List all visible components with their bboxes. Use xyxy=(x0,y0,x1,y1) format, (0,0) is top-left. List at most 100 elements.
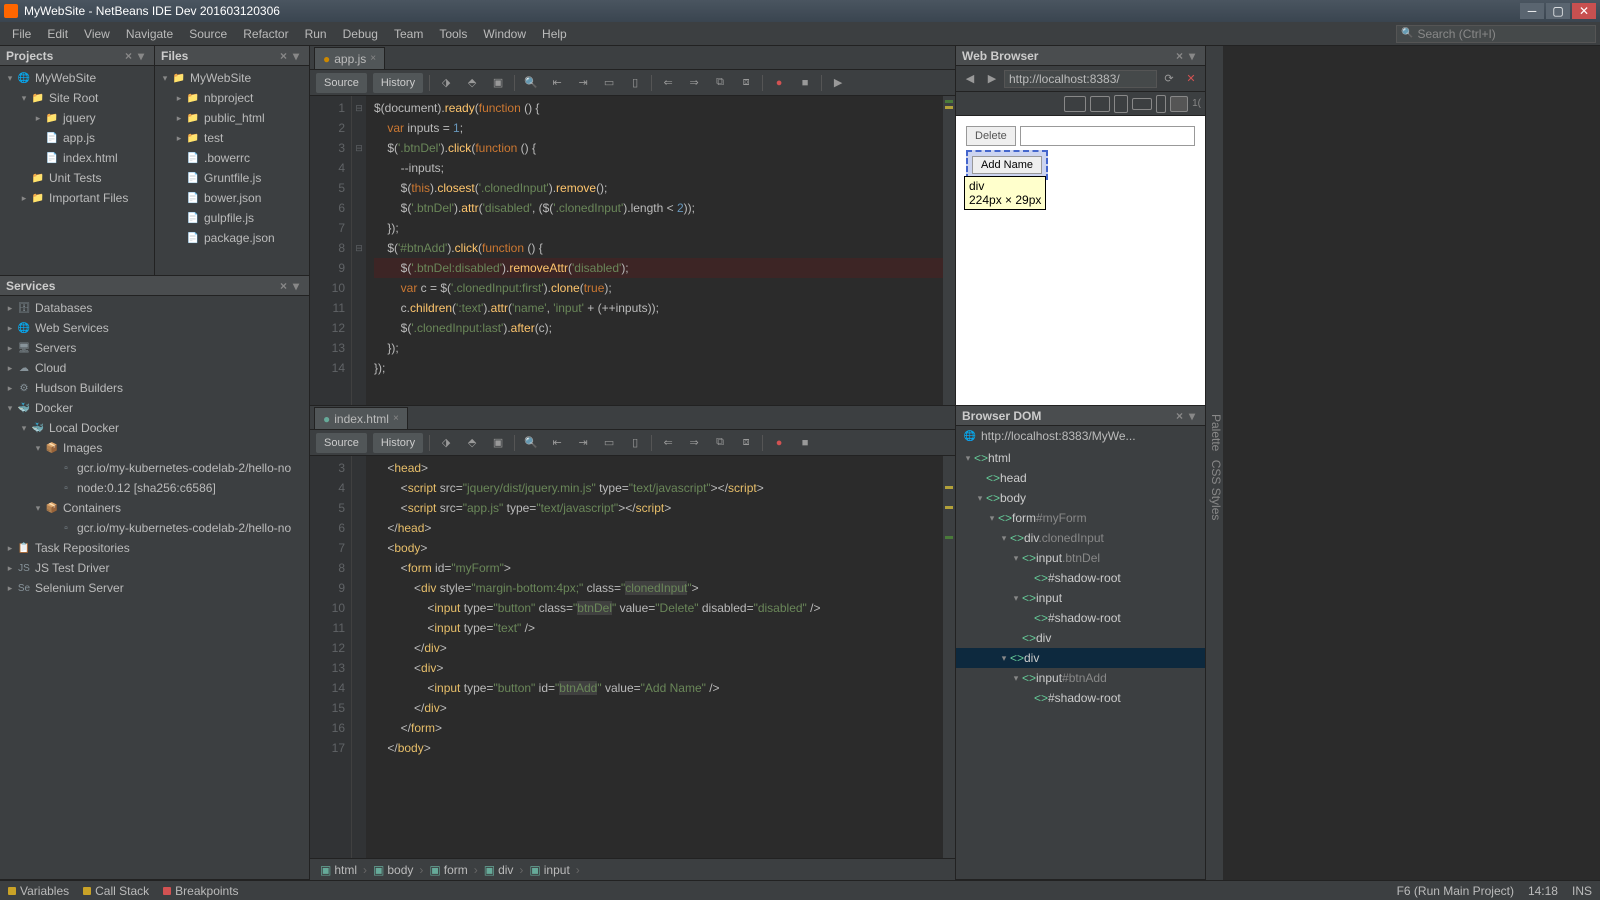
name-input[interactable] xyxy=(1020,126,1195,146)
fold-icon[interactable] xyxy=(352,638,366,658)
tree-item[interactable]: ▾📦Images xyxy=(0,438,309,458)
fold-icon[interactable]: ⊟ xyxy=(352,138,366,158)
tree-item[interactable]: ▸SeSelenium Server xyxy=(0,578,309,598)
tree-item[interactable]: 📄app.js xyxy=(0,128,154,148)
tree-toggle-icon[interactable]: ▸ xyxy=(32,113,44,124)
comment-icon[interactable]: ⧉ xyxy=(710,433,730,453)
code-editor-top[interactable]: 1234567891011121314 ⊟⊟⊟ $(document).read… xyxy=(310,96,955,405)
tree-item[interactable]: ▸📁jquery xyxy=(0,108,154,128)
stop-icon[interactable]: ■ xyxy=(795,433,815,453)
highlight-icon[interactable]: ▭ xyxy=(599,433,619,453)
dom-node[interactable]: <>head xyxy=(956,468,1205,488)
dom-node[interactable]: <>#shadow-root xyxy=(956,688,1205,708)
fold-icon[interactable] xyxy=(352,498,366,518)
fold-icon[interactable] xyxy=(352,338,366,358)
record-icon[interactable]: ● xyxy=(769,433,789,453)
fold-icon[interactable] xyxy=(352,158,366,178)
close-button[interactable]: ✕ xyxy=(1572,3,1596,19)
tree-toggle-icon[interactable]: ▾ xyxy=(159,73,171,84)
record-icon[interactable]: ● xyxy=(769,73,789,93)
tree-item[interactable]: 📄bower.json xyxy=(155,188,309,208)
tree-toggle-icon[interactable]: ▾ xyxy=(18,93,30,104)
browser-dom-panel-header[interactable]: Browser DOM × ▾ xyxy=(956,406,1205,426)
tree-item[interactable]: ▸🗄Databases xyxy=(0,298,309,318)
dom-node[interactable]: ▾<>body xyxy=(956,488,1205,508)
minimize-icon[interactable]: ▾ xyxy=(289,279,303,293)
menu-debug[interactable]: Debug xyxy=(335,24,386,44)
comment-icon[interactable]: ⧉ xyxy=(710,73,730,93)
tree-toggle-icon[interactable]: ▾ xyxy=(32,443,44,454)
minimize-icon[interactable]: ▾ xyxy=(1185,49,1199,63)
tree-item[interactable]: 📄index.html xyxy=(0,148,154,168)
dom-node[interactable]: <>#shadow-root xyxy=(956,608,1205,628)
close-icon[interactable]: × xyxy=(278,49,289,63)
tree-toggle-icon[interactable]: ▾ xyxy=(4,403,16,414)
palette-tab[interactable]: Palette xyxy=(1209,414,1223,451)
fold-icon[interactable] xyxy=(352,718,366,738)
tree-item[interactable]: ▫gcr.io/my-kubernetes-codelab-2/hello-no xyxy=(0,458,309,478)
fold-icon[interactable] xyxy=(352,278,366,298)
tree-item[interactable]: ▫node:0.12 [sha256:c6586] xyxy=(0,478,309,498)
files-tree[interactable]: ▾📁MyWebSite▸📁nbproject▸📁public_html▸📁tes… xyxy=(155,66,309,275)
menu-source[interactable]: Source xyxy=(181,24,235,44)
tree-item[interactable]: ▸🌐Web Services xyxy=(0,318,309,338)
fold-icon[interactable] xyxy=(352,178,366,198)
tree-toggle-icon[interactable]: ▸ xyxy=(18,193,30,204)
tree-toggle-icon[interactable]: ▾ xyxy=(998,653,1010,664)
close-icon[interactable]: × xyxy=(370,53,376,64)
tree-item[interactable]: ▸📋Task Repositories xyxy=(0,538,309,558)
close-icon[interactable]: × xyxy=(393,413,399,424)
tree-toggle-icon[interactable]: ▸ xyxy=(4,583,16,594)
close-icon[interactable]: × xyxy=(123,49,134,63)
menu-tools[interactable]: Tools xyxy=(431,24,475,44)
dom-node[interactable]: ▾<>input.btnDel xyxy=(956,548,1205,568)
callstack-tab[interactable]: Call Stack xyxy=(83,884,149,898)
fold-icon[interactable] xyxy=(352,218,366,238)
tree-toggle-icon[interactable]: ▾ xyxy=(1010,553,1022,564)
dom-node[interactable]: <>#shadow-root xyxy=(956,568,1205,588)
fold-icon[interactable] xyxy=(352,558,366,578)
fold-icon[interactable] xyxy=(352,458,366,478)
nav-fwd-icon[interactable]: ⬘ xyxy=(462,73,482,93)
tree-item[interactable]: ▸📁test xyxy=(155,128,309,148)
dom-node[interactable]: ▾<>html xyxy=(956,448,1205,468)
tree-toggle-icon[interactable]: ▸ xyxy=(4,343,16,354)
tree-item[interactable]: ▸📁nbproject xyxy=(155,88,309,108)
right-strip[interactable]: Palette CSS Styles xyxy=(1205,46,1223,880)
breakpoints-tab[interactable]: Breakpoints xyxy=(163,884,238,898)
fold-icon[interactable] xyxy=(352,298,366,318)
maximize-button[interactable]: ▢ xyxy=(1546,3,1570,19)
stop-icon[interactable]: ■ xyxy=(795,73,815,93)
tree-item[interactable]: 📄.bowerrc xyxy=(155,148,309,168)
fold-icon[interactable] xyxy=(352,518,366,538)
fold-icon[interactable] xyxy=(352,538,366,558)
fold-icon[interactable] xyxy=(352,118,366,138)
close-icon[interactable]: × xyxy=(278,279,289,293)
menu-edit[interactable]: Edit xyxy=(39,24,76,44)
fold-icon[interactable] xyxy=(352,258,366,278)
device-desktop-icon[interactable] xyxy=(1064,96,1086,112)
projects-tree[interactable]: ▾🌐MyWebSite▾📁Site Root▸📁jquery 📄app.js 📄… xyxy=(0,66,154,275)
url-bar[interactable]: http://localhost:8383/ xyxy=(1004,70,1157,88)
tree-toggle-icon[interactable]: ▸ xyxy=(4,303,16,314)
tree-item[interactable]: ▸📁Important Files xyxy=(0,188,154,208)
dom-node[interactable]: ▾<>div xyxy=(956,648,1205,668)
fold-icon[interactable]: ⊟ xyxy=(352,98,366,118)
nav-back-icon[interactable]: ⬗ xyxy=(436,433,456,453)
dom-node[interactable]: ▾<>input xyxy=(956,588,1205,608)
tree-toggle-icon[interactable]: ▾ xyxy=(1010,673,1022,684)
minimize-icon[interactable]: ▾ xyxy=(289,49,303,63)
tree-item[interactable]: ▾📦Containers xyxy=(0,498,309,518)
tree-item[interactable]: ▾🌐MyWebSite xyxy=(0,68,154,88)
global-search-input[interactable]: Search (Ctrl+I) xyxy=(1396,25,1596,43)
toggle-icon[interactable]: ▯ xyxy=(625,433,645,453)
tree-item[interactable]: ▾🐳Local Docker xyxy=(0,418,309,438)
fold-icon[interactable] xyxy=(352,678,366,698)
fold-icon[interactable] xyxy=(352,318,366,338)
minimize-icon[interactable]: ▾ xyxy=(1185,409,1199,423)
tree-item[interactable]: ▸☁Cloud xyxy=(0,358,309,378)
fold-icon[interactable] xyxy=(352,478,366,498)
tree-toggle-icon[interactable]: ▾ xyxy=(974,493,986,504)
tree-toggle-icon[interactable]: ▾ xyxy=(1010,593,1022,604)
files-panel-header[interactable]: Files × ▾ xyxy=(155,46,309,66)
